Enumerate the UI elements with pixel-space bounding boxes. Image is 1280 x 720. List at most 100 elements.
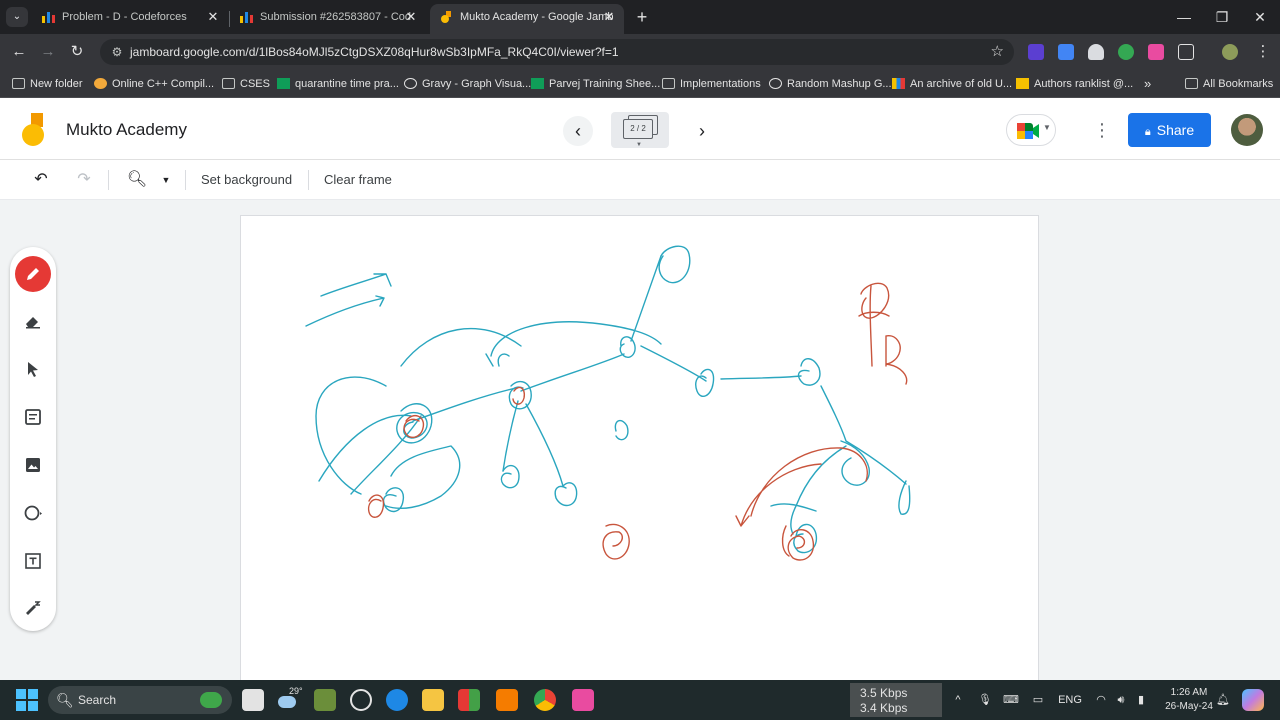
minimize-window-button[interactable]: — bbox=[1172, 6, 1196, 28]
globe-icon bbox=[769, 78, 782, 89]
redo-button[interactable]: ↷ bbox=[73, 168, 95, 192]
tool-sidebar bbox=[10, 247, 56, 631]
profile-icon[interactable] bbox=[1222, 44, 1238, 60]
display-icon[interactable]: ▭ bbox=[1028, 680, 1048, 720]
toolbar-divider bbox=[108, 170, 109, 190]
bookmark-quarantine[interactable]: quarantine time pra... bbox=[277, 70, 399, 98]
zoom-icon[interactable]: 🔍︎ bbox=[125, 168, 149, 192]
eraser-tool-button[interactable] bbox=[15, 303, 51, 339]
site-info-icon[interactable]: ⚙ bbox=[108, 43, 126, 61]
bookmark-authors-ranklist[interactable]: Authors ranklist @... bbox=[1016, 70, 1133, 98]
more-options-icon[interactable]: ⋮ bbox=[1092, 118, 1112, 142]
shape-tool-button[interactable] bbox=[15, 495, 51, 531]
bookmark-parvej-training[interactable]: Parvej Training Shee... bbox=[531, 70, 660, 98]
new-tab-button[interactable]: + bbox=[632, 6, 652, 28]
app-icon[interactable] bbox=[572, 689, 594, 711]
eraser-icon bbox=[26, 317, 40, 329]
laser-pointer-icon bbox=[26, 601, 41, 615]
next-frame-button[interactable]: › bbox=[690, 116, 714, 146]
address-bar[interactable]: ⚙ jamboard.google.com/d/1lBos84oMJl5zCtg… bbox=[100, 39, 1014, 65]
codeforces-icon bbox=[42, 12, 55, 23]
task-view-icon[interactable] bbox=[242, 689, 264, 711]
globe-icon bbox=[404, 78, 417, 89]
jamboard-icon bbox=[441, 11, 451, 23]
copilot-icon[interactable] bbox=[1242, 689, 1264, 711]
back-button[interactable]: ← bbox=[8, 41, 30, 63]
share-button[interactable]: 🔒︎ Share bbox=[1128, 113, 1211, 147]
avatar[interactable] bbox=[1231, 114, 1263, 146]
bookmark-gravy[interactable]: Gravy - Graph Visua... bbox=[404, 70, 531, 98]
volume-icon[interactable]: 🔊︎ bbox=[1112, 680, 1130, 720]
shield-extension-icon[interactable] bbox=[1088, 44, 1104, 60]
set-background-button[interactable]: Set background bbox=[201, 168, 292, 192]
zoom-dropdown-icon[interactable]: ▼ bbox=[159, 168, 173, 192]
tab-codeforces-submission[interactable]: Submission #262583807 - Cod ✕ bbox=[230, 4, 426, 34]
battery-icon[interactable]: ▮ bbox=[1132, 680, 1150, 720]
forward-button[interactable]: → bbox=[37, 41, 59, 63]
close-tab-icon[interactable]: ✕ bbox=[206, 4, 220, 30]
bookmark-star-icon[interactable]: ☆ bbox=[991, 42, 1004, 60]
bookmark-label: Online C++ Compil... bbox=[112, 78, 215, 90]
obs-icon[interactable] bbox=[350, 689, 372, 711]
file-explorer-icon[interactable] bbox=[422, 689, 444, 711]
undo-button[interactable]: ↶ bbox=[30, 168, 52, 192]
close-tab-icon[interactable]: ✕ bbox=[404, 4, 418, 30]
bookmark-implementations[interactable]: Implementations bbox=[662, 70, 761, 98]
bookmark-new-folder[interactable]: New folder bbox=[12, 70, 83, 98]
language-indicator[interactable]: ENG bbox=[1056, 680, 1084, 720]
tab-jamboard[interactable]: Mukto Academy - Google Jamb ✕ bbox=[430, 4, 624, 34]
microsoft-store-icon[interactable] bbox=[458, 689, 480, 711]
sublime-text-icon[interactable] bbox=[496, 689, 518, 711]
pen-tool-button[interactable] bbox=[15, 256, 51, 292]
bookmark-cses[interactable]: CSES bbox=[222, 70, 270, 98]
bookmark-label: Authors ranklist @... bbox=[1034, 78, 1134, 90]
keyboard-icon[interactable]: ⌨ bbox=[1001, 680, 1021, 720]
wifi-icon[interactable]: ◠ bbox=[1092, 680, 1110, 720]
all-bookmarks-button[interactable]: All Bookmarks bbox=[1185, 70, 1273, 98]
extension-icon[interactable] bbox=[1118, 44, 1134, 60]
add-image-button[interactable] bbox=[15, 447, 51, 483]
minecraft-icon[interactable] bbox=[314, 689, 336, 711]
clear-frame-button[interactable]: Clear frame bbox=[324, 168, 392, 192]
text-box-button[interactable] bbox=[15, 543, 51, 579]
close-tab-icon[interactable]: ✕ bbox=[602, 4, 616, 30]
edge-icon[interactable] bbox=[386, 689, 408, 711]
extension-icon[interactable] bbox=[1148, 44, 1164, 60]
translate-extension-icon[interactable] bbox=[1058, 44, 1074, 60]
bookmark-online-compiler[interactable]: Online C++ Compil... bbox=[94, 70, 214, 98]
jam-canvas[interactable] bbox=[240, 215, 1039, 680]
search-icon: 🔍︎ bbox=[56, 692, 74, 708]
bookmark-label: New folder bbox=[30, 78, 83, 90]
meet-icon bbox=[1017, 123, 1039, 139]
jam-title[interactable]: Mukto Academy bbox=[66, 120, 187, 140]
chevron-down-icon: ▼ bbox=[1043, 123, 1051, 132]
chevron-down-icon: ▼ bbox=[636, 142, 642, 148]
maximize-window-button[interactable]: ❐ bbox=[1210, 6, 1234, 28]
authors-icon bbox=[1016, 78, 1029, 89]
bookmark-archive[interactable]: An archive of old U... bbox=[892, 70, 1012, 98]
weather-widget[interactable]: 29° bbox=[278, 686, 304, 712]
sticky-note-button[interactable] bbox=[15, 399, 51, 435]
close-window-button[interactable]: ✕ bbox=[1248, 6, 1272, 28]
microphone-icon[interactable]: 🎙︎ bbox=[976, 680, 994, 720]
search-label: Search bbox=[78, 693, 117, 707]
tab-codeforces-problem[interactable]: Problem - D - Codeforces ✕ bbox=[32, 4, 228, 34]
bookmark-random-mashup[interactable]: Random Mashup G... bbox=[769, 70, 892, 98]
extension-icon[interactable] bbox=[1028, 44, 1044, 60]
previous-frame-button[interactable]: ‹ bbox=[563, 116, 593, 146]
frame-bar-toggle[interactable]: 2 / 2 ▼ bbox=[611, 112, 669, 148]
tab-search-button[interactable]: ⌄ bbox=[6, 7, 28, 27]
select-tool-button[interactable] bbox=[15, 351, 51, 387]
browser-menu-icon[interactable]: ⋮ bbox=[1252, 41, 1274, 63]
puzzle-extensions-icon[interactable] bbox=[1178, 44, 1194, 60]
laser-tool-button[interactable] bbox=[15, 590, 51, 626]
reload-button[interactable]: ↻ bbox=[66, 41, 88, 63]
text-box-icon bbox=[25, 553, 41, 569]
meet-button[interactable]: ▼ bbox=[1006, 114, 1056, 146]
chrome-icon[interactable] bbox=[534, 689, 556, 711]
taskbar-search-box[interactable]: 🔍︎ Search bbox=[48, 686, 232, 714]
show-hidden-icons-button[interactable]: ^ bbox=[948, 680, 968, 720]
more-bookmarks-button[interactable]: » bbox=[1144, 70, 1151, 98]
notification-bell-icon[interactable]: 🔔︎ bbox=[1214, 680, 1232, 720]
windows-start-icon[interactable] bbox=[16, 689, 38, 711]
